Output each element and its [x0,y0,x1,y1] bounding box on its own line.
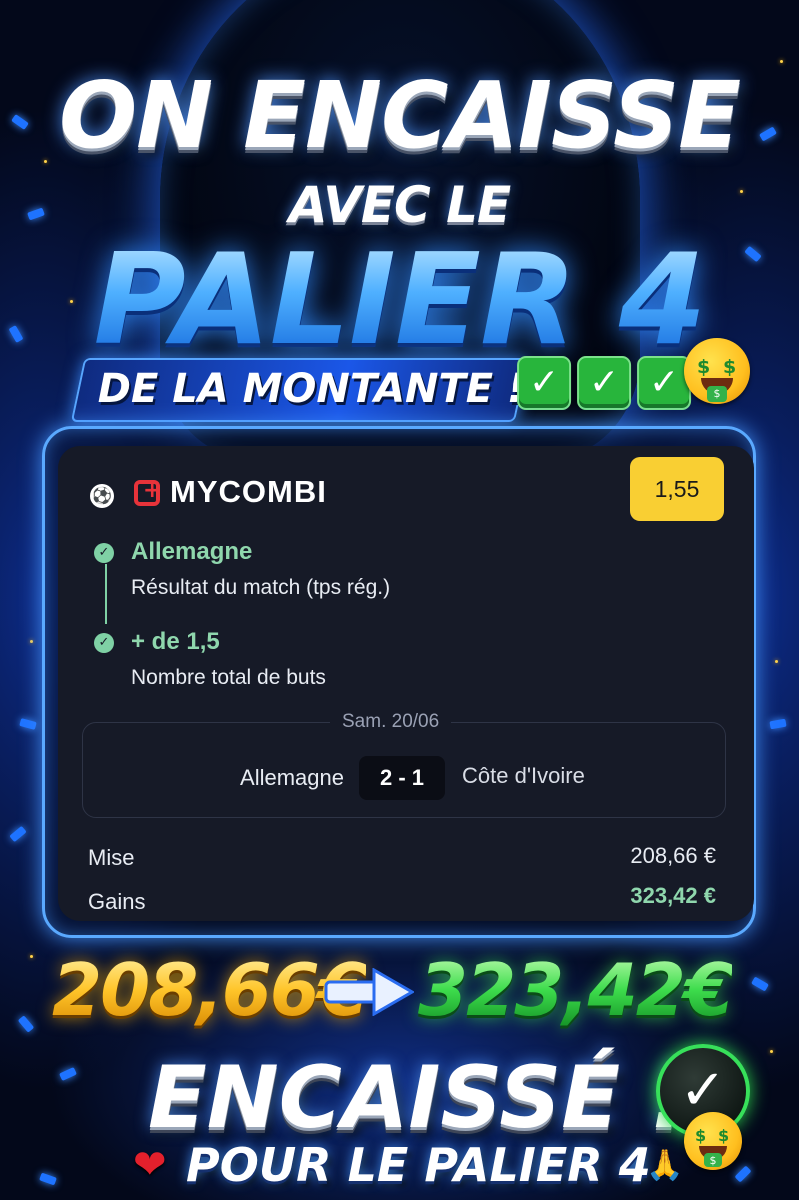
home-team: Allemagne [240,765,344,790]
sparkle [30,955,33,958]
headline-line-1: ON ENCAISSE [58,62,741,169]
winnings-amount: 323,42€ [418,948,734,1032]
check-marks: ✓ ✓ ✓ [517,356,692,410]
confetti [19,718,37,730]
arrow-right-icon [324,968,414,1016]
confetti [751,976,769,992]
cashed-status: ENCAISSÉ ! [148,1048,690,1148]
confetti [59,1066,77,1082]
sparkle [770,1050,773,1053]
check-mark-icon: ✓ [577,356,632,410]
winnings-value: 323,42 € [630,883,716,908]
away-team: Côte d'Ivoire [462,763,585,788]
selection-pick: Allemagne [131,538,253,565]
check-circle-icon: ✓ [94,543,114,563]
headline-line-3: PALIER 4 [0,226,799,373]
stake-label: Mise [88,845,135,870]
confetti [39,1172,57,1186]
praying-hands-icon: 🙏 [646,1148,684,1183]
check-mark-icon: ✓ [637,356,692,410]
stake-amount: 208,66€ [52,948,368,1032]
confetti [734,1165,752,1183]
brand-name: MYCOMBI [170,474,327,509]
selection-market: Nombre total de buts [131,666,326,689]
match-date: Sam. 20/06 [330,711,452,733]
sparkle [775,660,778,663]
soccer-ball-icon: ⚽ [90,484,114,508]
check-circle-icon: ✓ [94,633,114,653]
match-score: 2 - 1 [359,756,445,800]
money-mouth-icon: $ $ $ [684,1112,742,1170]
footer-text: POUR LE PALIER 4 [186,1138,651,1192]
selection-pick: + de 1,5 [131,628,220,655]
montante-banner: DE LA MONTANTE !! ✓ ✓ ✓ [70,352,733,424]
sparkle [30,640,33,643]
selection-market: Résultat du match (tps rég.) [131,576,391,599]
odds-badge: 1,55 [630,457,724,521]
stake-value: 208,66 € [630,843,716,868]
check-mark-icon: ✓ [517,356,572,410]
confetti [9,825,27,843]
mycombi-logo-icon [134,478,161,506]
heart-icon: ❤ [133,1142,167,1188]
confetti [17,1015,35,1033]
banner-text: DE LA MONTANTE !! [97,366,544,412]
money-mouth-icon: $ $ $ [684,338,750,404]
confetti [769,718,787,730]
winnings-label: Gains [88,889,146,914]
selection-connector [105,564,107,624]
